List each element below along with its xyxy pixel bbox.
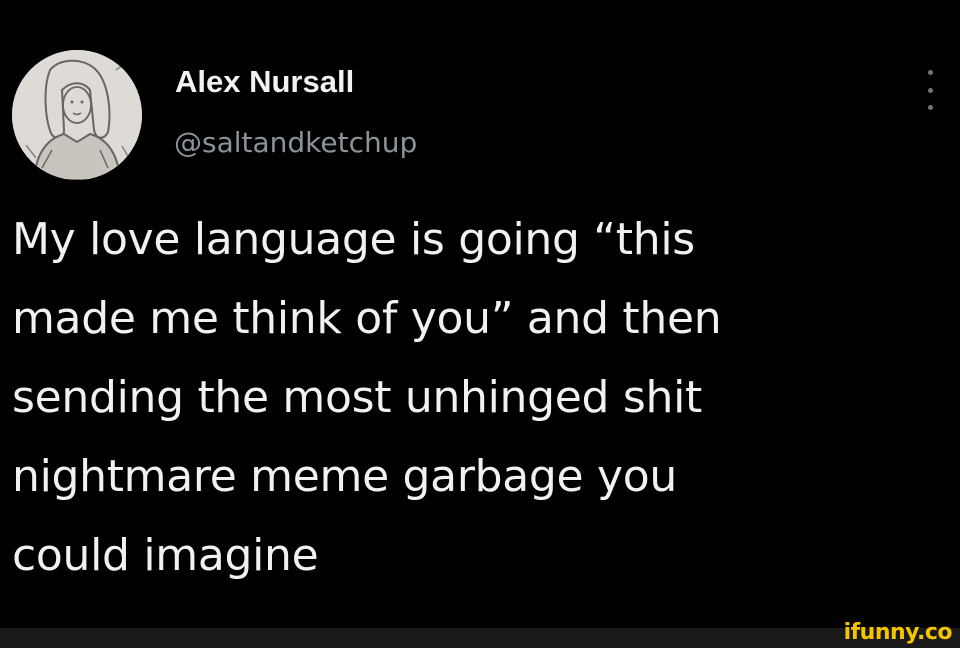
tweet-text-line: made me think of you” and then <box>12 293 722 344</box>
watermark-logo: ifunny.co <box>843 620 953 645</box>
author-handle[interactable]: @saltandketchup <box>174 126 417 159</box>
author-display-name[interactable]: Alex Nursall <box>175 64 354 100</box>
dot <box>927 87 933 93</box>
avatar-sketch-icon <box>12 50 142 180</box>
dot <box>927 70 933 75</box>
tweet-text-line: sending the most unhinged shit <box>12 372 702 423</box>
tweet-text-line: nightmare meme garbage you <box>12 451 677 502</box>
tweet-text: My love language is going “this made me … <box>12 200 947 595</box>
dot <box>927 105 933 110</box>
avatar[interactable] <box>12 50 142 180</box>
footer-bar <box>0 628 960 648</box>
tweet-card: Alex Nursall @saltandketchup My love lan… <box>0 0 960 628</box>
tweet-text-line: My love language is going “this <box>12 214 695 265</box>
tweet-text-line: could imagine <box>12 530 319 581</box>
more-options-icon[interactable] <box>920 70 940 110</box>
